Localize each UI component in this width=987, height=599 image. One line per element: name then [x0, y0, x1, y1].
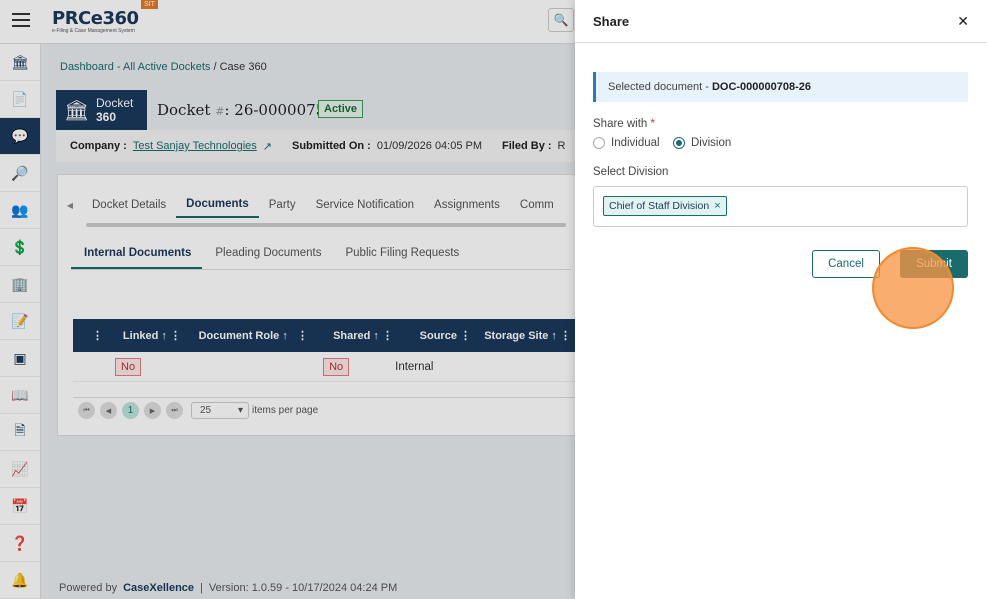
radio-division-circle[interactable] [673, 137, 685, 149]
radio-division[interactable]: Division [673, 137, 731, 149]
radio-individual[interactable]: Individual [593, 137, 660, 149]
radio-individual-circle[interactable] [593, 137, 605, 149]
select-division-label: Select Division [593, 166, 669, 178]
close-icon[interactable]: ✕ [957, 13, 969, 30]
click-indicator [872, 247, 954, 329]
cancel-button[interactable]: Cancel [812, 250, 880, 278]
share-title: Share [593, 13, 630, 29]
division-chip[interactable]: Chief of Staff Division × [603, 196, 727, 216]
selected-document-id: DOC-000000708-26 [711, 81, 812, 93]
share-panel-header: Share ✕ [575, 0, 987, 43]
remove-chip-icon[interactable]: × [714, 200, 720, 212]
selected-document-info: Selected document - DOC-000000708-26 [593, 72, 968, 102]
share-with-label: Share with * [593, 118, 656, 130]
division-multiselect[interactable]: Chief of Staff Division × [593, 186, 968, 227]
